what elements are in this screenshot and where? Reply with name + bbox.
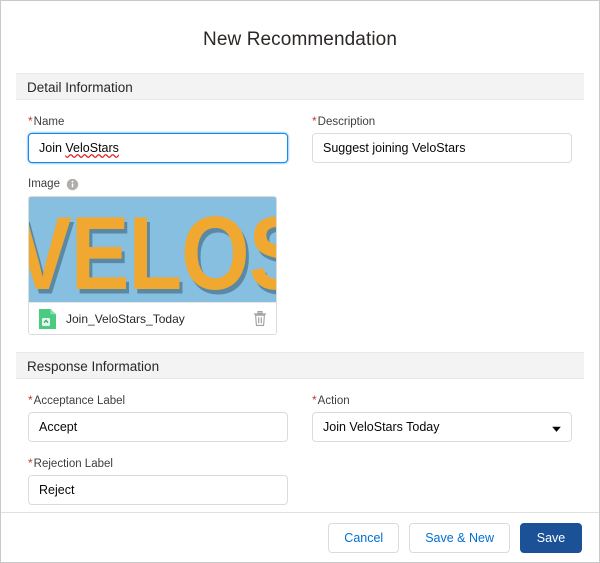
detail-row-1: *Name Join VeloStars Image VELO Join_Vel… <box>16 100 584 335</box>
detail-information-fields: *Name Join VeloStars Image VELO Join_Vel… <box>1 100 599 335</box>
rejection-label-input[interactable]: Reject <box>28 475 288 505</box>
acceptance-label-input[interactable]: Accept <box>28 412 288 442</box>
image-preview-card: VELOSTARS Join_VeloS <box>28 196 277 335</box>
name-label: *Name <box>28 114 288 129</box>
action-required-marker: * <box>312 393 317 407</box>
image-preview-text: VELOSTARS <box>29 197 276 302</box>
modal-footer: Cancel Save & New Save <box>1 513 599 562</box>
name-label-text: Name <box>33 116 65 128</box>
acceptance-field-wrapper: *Acceptance Label Accept <box>28 379 288 442</box>
name-value-misspelled: VeloStars <box>65 141 119 155</box>
name-field-wrapper: *Name Join VeloStars <box>28 100 288 163</box>
name-required-marker: * <box>28 114 33 128</box>
description-label-text: Description <box>317 116 376 128</box>
page-title: New Recommendation <box>203 29 397 50</box>
section-header-response-information: Response Information <box>16 352 584 379</box>
image-field-wrapper: Image VELOSTARS <box>28 163 288 335</box>
rejection-label: *Rejection Label <box>28 456 288 471</box>
action-label: *Action <box>312 393 572 408</box>
field-group-acceptance-label: *Acceptance Label Accept <box>16 379 300 442</box>
cancel-button[interactable]: Cancel <box>328 522 400 553</box>
new-recommendation-modal: New Recommendation Detail Information *N… <box>0 0 600 563</box>
file-name: Join_VeloStars_Today <box>66 311 185 326</box>
field-group-name: *Name Join VeloStars Image VELO Join_Vel… <box>16 100 300 335</box>
action-combobox[interactable]: Join VeloStars Today <box>312 412 572 442</box>
rejection-field-wrapper: *Rejection Label Reject <box>28 442 288 505</box>
name-input[interactable]: Join VeloStars <box>28 133 288 163</box>
attached-file-row: Join_VeloStars_Today <box>29 302 276 334</box>
rejection-required-marker: * <box>28 456 33 470</box>
description-label: *Description <box>312 114 572 129</box>
action-select-value[interactable]: Join VeloStars Today <box>312 412 572 442</box>
section-header-detail-information: Detail Information <box>16 73 584 100</box>
image-label-row: Image <box>28 177 288 191</box>
action-field-wrapper: *Action Join VeloStars Today <box>312 379 572 442</box>
trash-icon[interactable] <box>252 310 268 327</box>
info-icon[interactable] <box>66 178 79 191</box>
field-group-description: *Description Suggest joining VeloStars <box>300 100 584 163</box>
acceptance-label-text: Acceptance Label <box>33 395 126 407</box>
action-label-text: Action <box>317 395 350 407</box>
name-value-prefix: Join <box>39 141 66 155</box>
description-field-wrapper: *Description Suggest joining VeloStars <box>312 100 572 163</box>
file-icon <box>38 308 57 330</box>
response-information-fields: *Acceptance Label Accept *Action Join Ve… <box>1 379 599 505</box>
response-row-2: *Rejection Label Reject <box>16 442 584 505</box>
save-button[interactable]: Save <box>520 522 582 553</box>
description-input[interactable]: Suggest joining VeloStars <box>312 133 572 163</box>
response-row-1: *Acceptance Label Accept *Action Join Ve… <box>16 379 584 442</box>
image-preview: VELOSTARS <box>29 197 276 302</box>
image-label: Image <box>28 178 60 190</box>
acceptance-label: *Acceptance Label <box>28 393 288 408</box>
acceptance-required-marker: * <box>28 393 33 407</box>
description-required-marker: * <box>312 114 317 128</box>
field-group-action: *Action Join VeloStars Today <box>300 379 584 442</box>
save-and-new-button[interactable]: Save & New <box>409 522 510 553</box>
field-group-rejection-label: *Rejection Label Reject <box>16 442 300 505</box>
rejection-label-text: Rejection Label <box>33 458 113 470</box>
